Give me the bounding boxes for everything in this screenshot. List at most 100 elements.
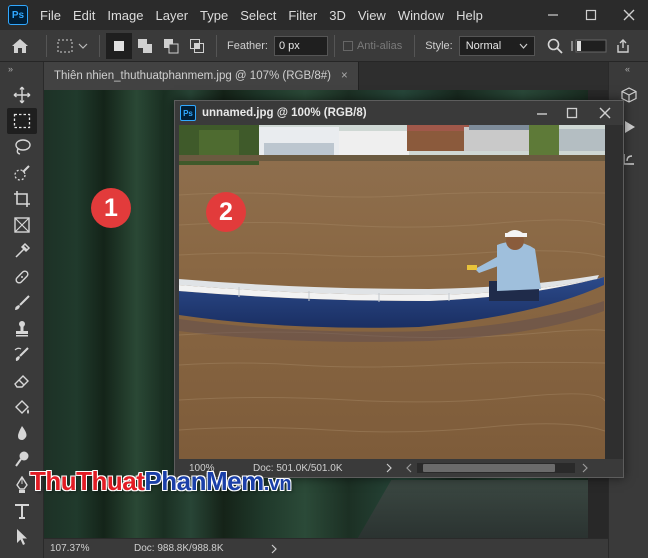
separator (46, 34, 47, 57)
paint-bucket-tool[interactable] (7, 394, 37, 420)
style-value: Normal (465, 39, 502, 52)
lasso-tool[interactable] (7, 134, 37, 160)
workspace-switcher[interactable] (569, 33, 611, 59)
intersect-selection-button[interactable] (184, 33, 210, 59)
floating-window-titlebar[interactable]: Ps unnamed.jpg @ 100% (RGB/8) (175, 101, 623, 125)
stamp-icon (16, 321, 28, 337)
path-selection-tool[interactable] (7, 524, 37, 550)
brush-tool[interactable] (7, 290, 37, 316)
menu-image[interactable]: Image (101, 8, 149, 23)
anti-alias-checkbox[interactable] (342, 40, 353, 51)
quick-selection-tool[interactable] (7, 160, 37, 186)
floating-horizontal-scrollbar[interactable] (417, 463, 575, 473)
type-tool[interactable] (7, 498, 37, 524)
brush-icon (15, 295, 30, 310)
eraser-tool[interactable] (7, 368, 37, 394)
watermark-part-1: Thu (30, 466, 77, 496)
crop-tool[interactable] (7, 186, 37, 212)
crop-icon (14, 191, 30, 207)
home-button[interactable] (0, 33, 40, 59)
menu-filter[interactable]: Filter (282, 8, 323, 23)
bandage-icon (15, 270, 29, 284)
floating-close-button[interactable] (587, 101, 623, 125)
rectangular-marquee-preset-icon (57, 39, 88, 52)
history-brush-icon (14, 347, 29, 361)
healing-brush-tool[interactable] (7, 264, 37, 290)
eyedropper-icon (15, 242, 31, 258)
menu-bar: Ps File Edit Image Layer Type Select Fil… (0, 0, 648, 30)
zoom-level[interactable]: 107.37% (50, 543, 134, 554)
collapse-toolbox-icon[interactable]: » (0, 62, 43, 76)
watermark-part-4: Mem (206, 466, 264, 496)
scroll-right-icon[interactable] (581, 463, 589, 473)
watermark-part-2: Thuat (76, 466, 145, 496)
floating-window-title: unnamed.jpg @ 100% (RGB/8) (202, 107, 367, 119)
chevron-right-icon[interactable] (270, 544, 278, 554)
chevron-right-icon[interactable] (385, 463, 393, 473)
floating-minimize-button[interactable] (527, 101, 557, 125)
move-icon (13, 86, 31, 104)
intersect-selection-icon (190, 38, 204, 53)
close-button[interactable] (610, 0, 648, 30)
history-brush-tool[interactable] (7, 342, 37, 368)
boat-photo-canvas[interactable] (179, 125, 605, 459)
menu-help[interactable]: Help (450, 8, 489, 23)
search-icon (547, 38, 563, 54)
feather-input[interactable]: 0 px (273, 35, 328, 56)
separator (216, 34, 217, 57)
menu-select[interactable]: Select (234, 8, 282, 23)
style-dropdown[interactable]: Normal (458, 35, 535, 56)
feather-value: 0 px (278, 39, 300, 52)
menu-edit[interactable]: Edit (67, 8, 101, 23)
menu-type[interactable]: Type (194, 8, 234, 23)
home-icon (12, 38, 28, 53)
search-button[interactable] (541, 33, 569, 59)
menu-view[interactable]: View (352, 8, 392, 23)
eyedropper-tool[interactable] (7, 238, 37, 264)
subtract-selection-button[interactable] (158, 33, 184, 59)
marquee-preset-picker[interactable] (53, 33, 93, 59)
minimize-button[interactable] (534, 0, 572, 30)
menu-layer[interactable]: Layer (150, 8, 195, 23)
horizontal-scroll-thumb[interactable] (423, 464, 555, 472)
menu-window[interactable]: Window (392, 8, 450, 23)
subtract-selection-icon (164, 38, 179, 53)
river-boat-image (179, 125, 605, 459)
separator (414, 34, 416, 57)
status-bar: 107.37% Doc: 988.8K/988.8K (44, 538, 608, 558)
add-to-selection-button[interactable] (132, 33, 158, 59)
feather-label: Feather: (227, 39, 268, 52)
floating-vertical-scrollbar[interactable] (605, 125, 623, 459)
cursor-arrow-icon (17, 529, 27, 545)
chevron-down-icon (519, 43, 528, 49)
tab-close-icon[interactable]: × (341, 70, 348, 82)
document-tab[interactable]: Thiên nhien_thuthuatphanmem.jpg @ 107% (… (44, 62, 359, 90)
step-badge-2: 2 (206, 192, 246, 232)
watermark-part-3: Phan (144, 466, 206, 496)
minimize-icon (548, 14, 558, 16)
frame-tool[interactable] (7, 212, 37, 238)
share-button[interactable] (611, 33, 635, 59)
clone-stamp-tool[interactable] (7, 316, 37, 342)
scroll-left-icon[interactable] (405, 463, 413, 473)
maximize-icon (585, 9, 597, 21)
dodge-icon (15, 451, 29, 467)
floating-maximize-button[interactable] (557, 101, 587, 125)
maximize-button[interactable] (572, 0, 610, 30)
style-label: Style: (425, 39, 453, 52)
maximize-icon (566, 107, 578, 119)
menu-3d[interactable]: 3D (323, 8, 352, 23)
anti-alias-label: Anti-alias (356, 39, 403, 52)
move-tool[interactable] (7, 82, 37, 108)
watermark-part-5: .vn (263, 473, 292, 495)
marquee-tool[interactable] (7, 108, 37, 134)
blur-tool[interactable] (7, 420, 37, 446)
document-size: Doc: 988.8K/988.8K (134, 543, 224, 554)
quick-selection-icon (14, 165, 30, 181)
collapse-panels-icon[interactable]: « (609, 62, 648, 76)
menu-file[interactable]: File (34, 8, 67, 23)
new-selection-icon (114, 40, 124, 51)
pen-icon (16, 476, 28, 493)
add-selection-icon (138, 38, 152, 53)
new-selection-button[interactable] (106, 32, 132, 59)
